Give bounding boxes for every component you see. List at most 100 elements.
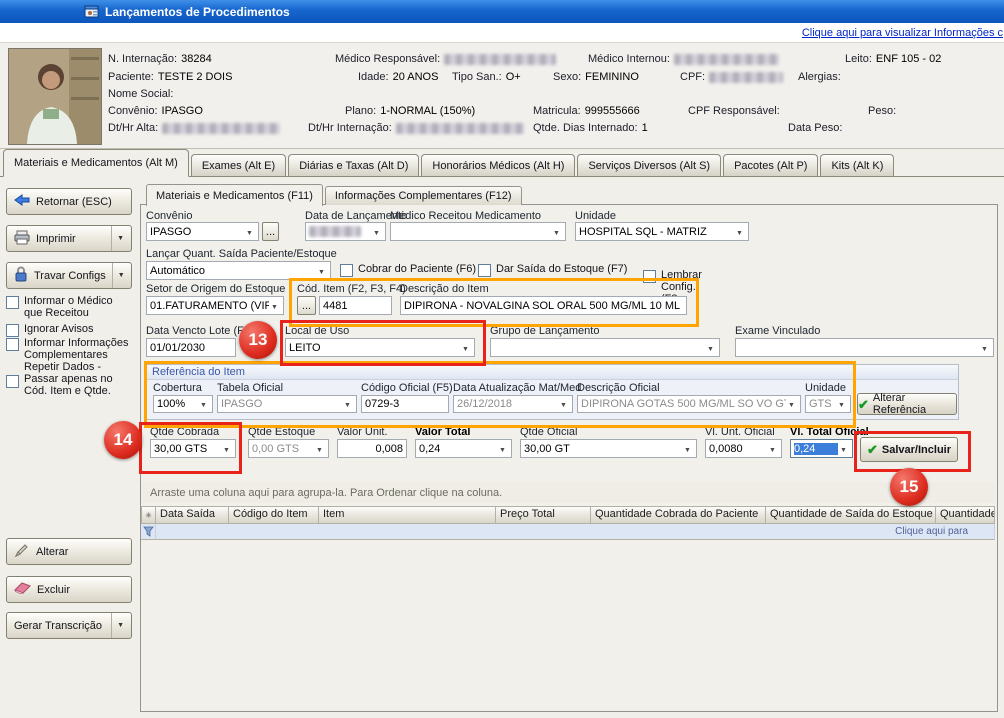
chevron-down-icon[interactable]	[786, 398, 797, 410]
valor-unit-input[interactable]: 0,008	[337, 439, 407, 458]
salvar-incluir-button[interactable]: ✔Salvar/Incluir	[860, 437, 958, 462]
chevron-down-icon[interactable]	[316, 265, 327, 277]
field-label: Convênio:	[108, 105, 158, 117]
descricao-oficial-combobox[interactable]: DIPIRONA GOTAS 500 MG/ML SO VO GT	[577, 395, 801, 413]
vl-total-oficial-combobox[interactable]: 0,24	[790, 439, 853, 458]
qtde-cobrada-combobox[interactable]: 30,00 GTS	[150, 439, 236, 458]
filter-cell[interactable]	[141, 524, 156, 540]
chevron-down-icon[interactable]	[838, 443, 849, 455]
lancar-quant-combobox[interactable]: Automático	[146, 261, 331, 280]
local-uso-combobox[interactable]: LEITO	[285, 338, 475, 357]
local-uso-label: Local de Uso	[285, 325, 349, 337]
retornar-button[interactable]: Retornar (ESC)	[6, 188, 132, 215]
chevron-down-icon[interactable]	[836, 398, 847, 410]
chevron-down-icon[interactable]	[314, 443, 325, 455]
excluir-button[interactable]: Excluir	[6, 576, 132, 603]
chevron-down-icon[interactable]	[198, 398, 209, 410]
checkbox-icon[interactable]	[6, 375, 19, 388]
vl-unt-oficial-combobox[interactable]: 0,0080	[705, 439, 782, 458]
checkbox-ignorar-avisos[interactable]: Ignorar Avisos	[6, 323, 130, 337]
tab-exames[interactable]: Exames (Alt E)	[191, 154, 286, 176]
valor-total-combobox[interactable]: 0,24	[415, 439, 512, 458]
chevron-down-icon[interactable]	[705, 342, 716, 354]
tab-honorarios-medicos[interactable]: Honorários Médicos (Alt H)	[421, 154, 575, 176]
tab-materiais-medicamentos[interactable]: Materiais e Medicamentos (Alt M)	[3, 149, 189, 177]
input-value: 0,008	[341, 443, 403, 455]
inner-tab-complementares-f12[interactable]: Informações Complementares (F12)	[325, 186, 522, 205]
chevron-down-icon[interactable]	[979, 342, 990, 354]
travar-configs-button[interactable]: Travar Configs	[6, 262, 132, 289]
tab-servicos-diversos[interactable]: Serviços Diversos (Alt S)	[577, 154, 721, 176]
chevron-down-icon[interactable]	[558, 398, 569, 410]
cod-item-browse-button[interactable]: ...	[297, 296, 316, 315]
column-header-item[interactable]: Item	[319, 506, 496, 524]
column-header-data-saida[interactable]: Data Saída	[156, 506, 229, 524]
tabela-oficial-combobox[interactable]: IPASGO	[217, 395, 357, 413]
tab-kits[interactable]: Kits (Alt K)	[820, 154, 894, 176]
alterar-button[interactable]: Alterar	[6, 538, 132, 565]
checkbox-icon[interactable]	[478, 264, 491, 277]
column-header-qtd-saida-estoque[interactable]: Quantidade de Saída do Estoque	[766, 506, 936, 524]
valor-total-label: Valor Total	[415, 426, 470, 438]
column-header-qtd-cobrada[interactable]: Quantidade Cobrada do Paciente	[591, 506, 766, 524]
convenio-browse-button[interactable]: ...	[262, 222, 279, 241]
convenio-combobox[interactable]: IPASGO	[146, 222, 259, 241]
tab-diarias-taxas[interactable]: Diárias e Taxas (Alt D)	[288, 154, 419, 176]
inner-tab-materiais-f11[interactable]: Materiais e Medicamentos (F11)	[146, 184, 323, 206]
tab-pacotes[interactable]: Pacotes (Alt P)	[723, 154, 818, 176]
checkbox-icon[interactable]	[340, 264, 353, 277]
medico-receitou-combobox[interactable]	[390, 222, 566, 241]
cobertura-combobox[interactable]: 100%	[153, 395, 213, 413]
descricao-item-input[interactable]: DIPIRONA - NOVALGINA SOL ORAL 500 MG/ML …	[400, 296, 687, 315]
column-header-qtd-sa[interactable]: Quantidade de Sa	[936, 506, 995, 524]
imprimir-button[interactable]: Imprimir	[6, 225, 132, 252]
chevron-down-icon[interactable]	[497, 443, 508, 455]
alterar-referencia-button[interactable]: ✔Alterar Referência	[857, 393, 957, 415]
column-header-codigo-item[interactable]: Código do Item	[229, 506, 319, 524]
chevron-down-icon[interactable]	[460, 342, 471, 354]
exame-vinculado-combobox[interactable]	[735, 338, 994, 357]
qtde-estoque-combobox[interactable]: 0,00 GTS	[248, 439, 329, 458]
checkbox-informar-medico[interactable]: Informar o Médico que Receitou	[6, 295, 130, 319]
column-header-preco-total[interactable]: Preço Total	[496, 506, 591, 524]
qtde-oficial-combobox[interactable]: 30,00 GT	[520, 439, 697, 458]
cod-item-input[interactable]: 4481	[319, 296, 392, 315]
unidade-combobox[interactable]: HOSPITAL SQL - MATRIZ	[575, 222, 749, 241]
redacted-value	[674, 54, 779, 65]
chevron-down-icon[interactable]	[244, 226, 255, 238]
codigo-oficial-input[interactable]: 0729-3	[361, 395, 449, 413]
filter-cell[interactable]: Clique aqui para	[156, 524, 995, 540]
checkbox-dar-saida[interactable]: Dar Saída do Estoque (F7)	[478, 263, 627, 277]
chevron-down-icon[interactable]	[221, 443, 232, 455]
chevron-down-icon[interactable]	[269, 300, 280, 312]
data-lancamento-combobox[interactable]	[305, 222, 386, 241]
checkbox-cobrar-paciente[interactable]: Cobrar do Paciente (F6)	[340, 263, 476, 277]
setor-origem-combobox[interactable]: 01.FATURAMENTO (VIR	[146, 296, 284, 315]
dropdown-arrow-icon[interactable]	[111, 226, 124, 251]
checkbox-icon[interactable]	[6, 338, 19, 351]
checkbox-informar-complementares[interactable]: Informar Informações Complementares	[6, 337, 130, 361]
dropdown-arrow-icon[interactable]	[112, 263, 125, 288]
chevron-down-icon[interactable]	[551, 226, 562, 238]
field-label: Médico Internou:	[588, 53, 670, 65]
unidade-oficial-combobox[interactable]: GTS	[805, 395, 851, 413]
chevron-down-icon[interactable]	[734, 226, 745, 238]
data-atualizacao-combobox[interactable]: 26/12/2018	[453, 395, 573, 413]
dropdown-arrow-icon[interactable]	[111, 613, 124, 638]
field-value: 1	[642, 122, 648, 134]
chevron-down-icon[interactable]	[371, 226, 382, 238]
chevron-down-icon[interactable]	[342, 398, 353, 410]
checkbox-icon[interactable]	[643, 270, 656, 283]
chevron-down-icon[interactable]	[767, 443, 778, 455]
gerar-transcricao-button[interactable]: Gerar Transcrição	[6, 612, 132, 639]
data-vencto-input[interactable]: 01/01/2030	[146, 338, 236, 357]
grupo-lancamento-combobox[interactable]	[490, 338, 720, 357]
chevron-down-icon[interactable]	[682, 443, 693, 455]
inner-tab-bar: Materiais e Medicamentos (F11) Informaçõ…	[146, 184, 524, 205]
grid-filter-row[interactable]: Clique aqui para	[141, 524, 995, 540]
checkbox-icon[interactable]	[6, 296, 19, 309]
field-label: Plano:	[345, 105, 376, 117]
checkbox-icon[interactable]	[6, 324, 19, 337]
checkbox-repetir-dados[interactable]: Repetir Dados - Passar apenas no Cód. It…	[6, 361, 130, 397]
visualizar-informacoes-link[interactable]: Clique aqui para visualizar Informações …	[802, 27, 1004, 39]
